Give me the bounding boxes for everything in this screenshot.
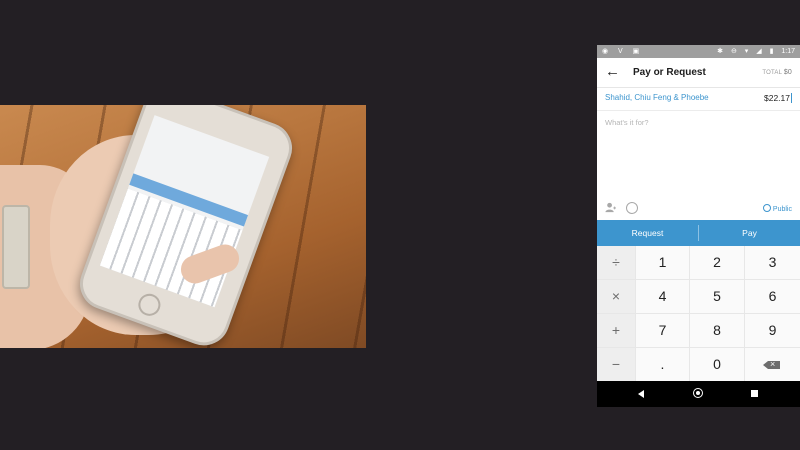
backspace-key[interactable]	[745, 348, 800, 381]
status-bar: ◉ V ▣ ✱ ⊖ ▾ ◢ ▮ 1:17	[597, 45, 800, 58]
amount-field[interactable]: $22.17	[764, 93, 792, 103]
app-bar: ← Pay or Request TOTAL $0	[597, 58, 800, 88]
keypad: ÷ × + − 1 2 3 4 5 6 7 8 9 . 0	[597, 246, 800, 381]
recipients-field[interactable]: Shahid, Chiu Feng & Phoebe	[605, 93, 709, 102]
status-time: 1:17	[781, 48, 795, 55]
multiply-key[interactable]: ×	[597, 280, 635, 313]
emoji-icon[interactable]	[626, 202, 638, 214]
digit-6-key[interactable]: 6	[745, 280, 800, 313]
nav-home-icon[interactable]	[693, 388, 703, 398]
add-key[interactable]: +	[597, 314, 635, 347]
digit-9-key[interactable]: 9	[745, 314, 800, 347]
digit-2-key[interactable]: 2	[690, 246, 744, 279]
venmo-screen: ◉ V ▣ ✱ ⊖ ▾ ◢ ▮ 1:17 ← Pay or Request TO…	[597, 45, 800, 407]
request-button[interactable]: Request	[597, 220, 698, 246]
digit-1-key[interactable]: 1	[636, 246, 689, 279]
status-left-icons: ◉ V ▣	[602, 48, 644, 55]
digit-3-key[interactable]: 3	[745, 246, 800, 279]
recipient-row: Shahid, Chiu Feng & Phoebe $22.17	[597, 88, 800, 111]
backspace-icon	[763, 358, 780, 370]
digit-0-key[interactable]: 0	[690, 348, 744, 381]
person-add-icon[interactable]	[605, 202, 616, 213]
hand-holding-phone-photo	[0, 105, 366, 348]
subtract-key[interactable]: −	[597, 348, 635, 381]
watch-band	[2, 205, 30, 289]
page-title: Pay or Request	[633, 67, 706, 78]
privacy-toggle[interactable]: Public	[762, 204, 792, 213]
digit-7-key[interactable]: 7	[636, 314, 689, 347]
total-label: TOTAL	[762, 70, 782, 76]
decimal-key[interactable]: .	[636, 348, 689, 381]
action-bar: Request Pay	[597, 220, 800, 246]
nav-back-icon[interactable]	[638, 390, 644, 398]
digit-4-key[interactable]: 4	[636, 280, 689, 313]
photo-phone-home-button	[135, 290, 164, 319]
arrow-back-icon[interactable]: ←	[605, 63, 623, 81]
divide-key[interactable]: ÷	[597, 246, 635, 279]
android-nav-bar	[597, 381, 800, 407]
digit-8-key[interactable]: 8	[690, 314, 744, 347]
status-right: ✱ ⊖ ▾ ◢ ▮ 1:17	[717, 47, 795, 55]
globe-icon	[762, 204, 771, 212]
digit-5-key[interactable]: 5	[690, 280, 744, 313]
total-indicator: TOTAL $0	[762, 69, 792, 76]
total-value: $0	[783, 69, 792, 76]
status-right-icons: ✱ ⊖ ▾ ◢ ▮	[717, 48, 777, 55]
nav-recents-icon[interactable]	[751, 390, 758, 397]
pay-button[interactable]: Pay	[699, 220, 800, 246]
privacy-label: Public	[772, 206, 792, 213]
note-input[interactable]: What's it for?	[605, 118, 649, 127]
